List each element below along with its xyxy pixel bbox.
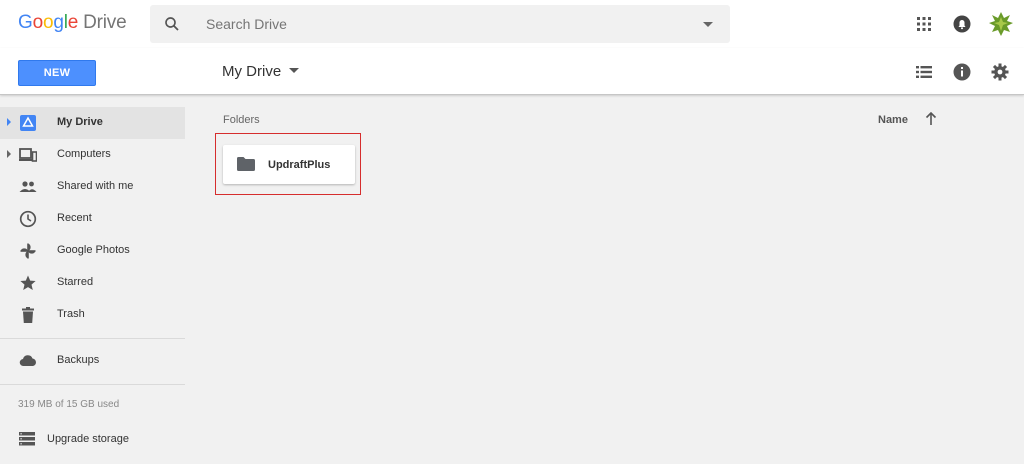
logo-letter: g bbox=[53, 12, 64, 33]
sidebar-item-label: Trash bbox=[57, 308, 85, 320]
search-options-caret-icon[interactable] bbox=[703, 22, 713, 27]
search-input[interactable] bbox=[206, 14, 686, 34]
folder-item-updraftplus[interactable]: UpdraftPlus bbox=[223, 145, 355, 184]
sidebar-item-label: Computers bbox=[57, 148, 111, 160]
app-header: Google Drive bbox=[0, 0, 1024, 48]
settings-gear-icon[interactable] bbox=[990, 62, 1010, 82]
sidebar-item-recent[interactable]: Recent bbox=[0, 203, 185, 235]
breadcrumb-dropdown-icon[interactable] bbox=[289, 67, 300, 73]
sidebar-item-google-photos[interactable]: Google Photos bbox=[0, 235, 185, 267]
sidebar-item-label: Backups bbox=[57, 354, 100, 366]
storage-usage-text: 319 MB of 15 GB used bbox=[18, 399, 120, 410]
logo-drive-text: Drive bbox=[83, 12, 127, 33]
folders-section-heading: Folders bbox=[223, 114, 260, 126]
info-icon[interactable] bbox=[952, 62, 972, 82]
search-bar[interactable] bbox=[150, 5, 730, 43]
list-view-icon[interactable] bbox=[914, 62, 934, 82]
logo-letter: e bbox=[67, 12, 79, 33]
sort-by-name-button[interactable]: Name bbox=[878, 114, 908, 126]
sidebar-item-label: My Drive bbox=[57, 116, 103, 128]
shared-with-me-icon bbox=[19, 181, 37, 192]
sidebar-item-my-drive[interactable]: My Drive bbox=[0, 107, 185, 139]
upgrade-storage-label[interactable]: Upgrade storage bbox=[47, 433, 129, 445]
sidebar-item-trash[interactable]: Trash bbox=[0, 299, 185, 331]
sidebar-divider bbox=[0, 384, 185, 385]
apps-grid-icon[interactable] bbox=[914, 14, 934, 34]
sidebar-divider bbox=[0, 338, 185, 339]
sidebar-item-label: Recent bbox=[57, 212, 92, 224]
sidebar-item-shared-with-me[interactable]: Shared with me bbox=[0, 171, 185, 203]
user-avatar[interactable] bbox=[986, 9, 1016, 39]
storage-icon bbox=[19, 432, 35, 446]
sidebar-item-label: Starred bbox=[57, 276, 94, 288]
sidebar-item-label: Google Photos bbox=[57, 244, 130, 256]
expand-arrow-icon[interactable] bbox=[7, 150, 11, 158]
computers-icon bbox=[19, 148, 37, 162]
sidebar-item-label: Shared with me bbox=[57, 180, 134, 192]
logo-letter: o bbox=[42, 12, 54, 33]
recent-clock-icon bbox=[19, 210, 37, 228]
sidebar-item-computers[interactable]: Computers bbox=[0, 139, 185, 171]
sort-ascending-arrow-icon[interactable] bbox=[925, 112, 937, 126]
star-icon bbox=[20, 275, 36, 290]
new-button[interactable]: NEW bbox=[18, 60, 96, 86]
sidebar-item-backups[interactable]: Backups bbox=[0, 345, 185, 377]
notifications-bell-icon[interactable] bbox=[952, 14, 972, 34]
folder-icon bbox=[237, 157, 255, 171]
breadcrumb-my-drive[interactable]: My Drive bbox=[222, 63, 281, 80]
toolbar: NEW My Drive bbox=[0, 48, 1024, 95]
breadcrumb[interactable]: My Drive bbox=[222, 63, 300, 80]
google-drive-logo[interactable]: Google Drive bbox=[18, 12, 127, 34]
sidebar-item-starred[interactable]: Starred bbox=[0, 267, 185, 299]
my-drive-icon bbox=[20, 115, 36, 131]
expand-arrow-icon[interactable] bbox=[7, 118, 11, 126]
logo-letter: G bbox=[18, 12, 33, 33]
cloud-icon bbox=[19, 355, 36, 367]
google-photos-icon bbox=[20, 243, 36, 259]
folder-name: UpdraftPlus bbox=[268, 159, 331, 171]
upgrade-storage-link[interactable]: Upgrade storage bbox=[0, 428, 185, 450]
logo-letter: o bbox=[32, 12, 44, 33]
trash-icon bbox=[22, 307, 34, 323]
search-icon[interactable] bbox=[163, 15, 181, 33]
